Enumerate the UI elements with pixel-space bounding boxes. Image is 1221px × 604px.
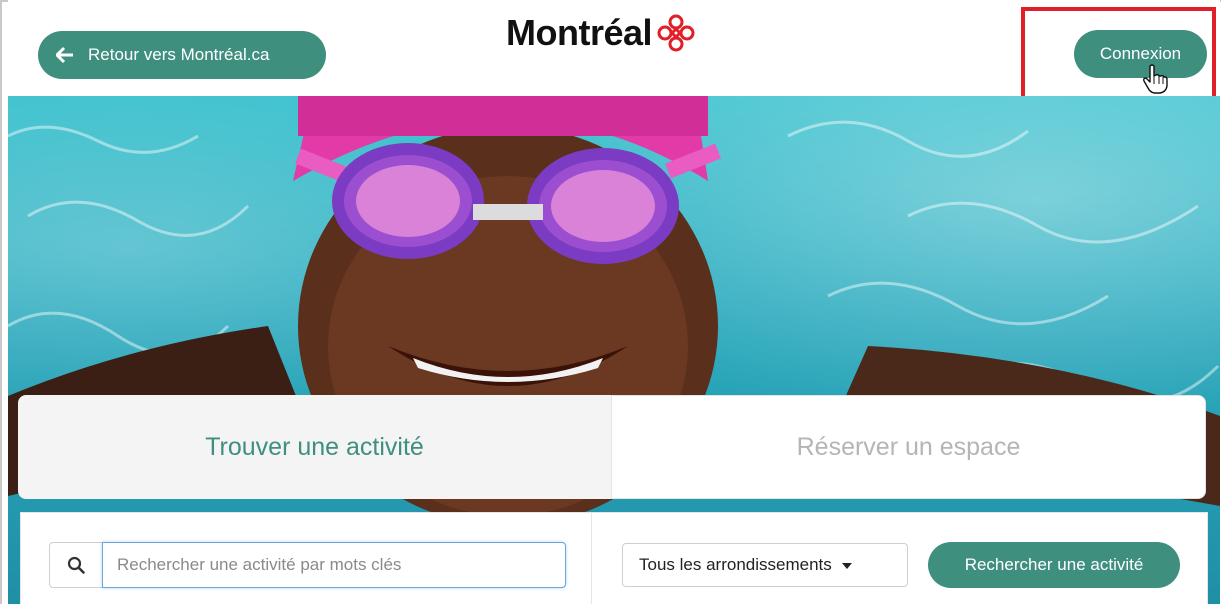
search-panel: Tous les arrondissements Rechercher une … [20,512,1208,604]
tab-book-space[interactable]: Réserver un espace [611,395,1206,499]
search-icon-box[interactable] [49,542,103,588]
search-activity-button-label: Rechercher une activité [964,555,1144,574]
hand-cursor-icon [1143,64,1168,94]
tab-find-activity[interactable]: Trouver une activité [18,395,611,499]
panel-divider [591,513,592,604]
search-icon [67,556,85,574]
search-activity-button[interactable]: Rechercher une activité [928,542,1180,588]
district-select[interactable]: Tous les arrondissements [622,543,908,587]
arrow-left-icon [56,46,73,64]
activity-tabs: Trouver une activité Réserver un espace [18,395,1206,499]
caret-down-icon [841,563,852,569]
keyword-search-input[interactable] [102,542,566,588]
district-select-value: Tous les arrondissements [639,555,832,574]
montreal-rosette-icon [657,14,695,52]
tab-find-activity-label: Trouver une activité [205,432,424,461]
logo-text: Montréal [506,12,653,53]
tab-book-space-label: Réserver un espace [796,432,1021,461]
back-button-label: Retour vers Montréal.ca [88,45,270,64]
back-to-montreal-button[interactable]: Retour vers Montréal.ca [38,31,326,79]
montreal-logo[interactable]: Montréal [506,12,696,54]
